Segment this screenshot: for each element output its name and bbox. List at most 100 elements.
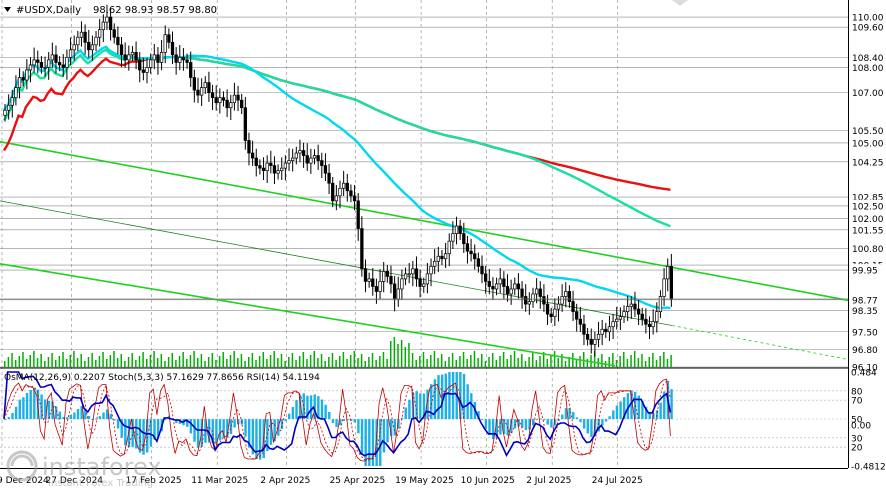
price-tick-label: 102.50 (852, 202, 884, 212)
candle-body (109, 17, 112, 30)
candle-body (4, 110, 7, 115)
candle-body (310, 158, 313, 163)
time-tick-label: 25 Apr 2025 (330, 476, 386, 486)
volume-bar (583, 352, 585, 367)
candle-body (550, 314, 553, 317)
osma-bar (292, 407, 294, 419)
candle-body (612, 322, 615, 327)
volume-bar (62, 352, 64, 367)
candle-body (204, 83, 207, 88)
price-tick-label: 96.80 (852, 346, 878, 356)
price-tick-label: 105.00 (852, 139, 884, 149)
candle-body (630, 304, 633, 307)
candle-body (506, 286, 509, 294)
osma-bar (26, 393, 28, 419)
candle-body (572, 302, 575, 312)
chart-svg[interactable]: 110.00109.60108.40108.00107.00105.50105.… (0, 0, 886, 491)
volume-bar (175, 360, 177, 367)
candle-body (371, 279, 374, 287)
candle-body (84, 32, 87, 42)
candle-body (91, 45, 94, 50)
candle-body (36, 60, 39, 63)
candle-body (586, 334, 589, 339)
volume-bar (33, 351, 35, 367)
candle-body (539, 289, 542, 297)
volume-bar (649, 357, 651, 367)
volume-bar (641, 354, 643, 367)
candle-body (361, 229, 364, 269)
candle-body (135, 52, 138, 60)
candle-body (503, 279, 506, 287)
osma-bar (233, 419, 235, 427)
volume-bar (430, 355, 432, 367)
candle-body (157, 55, 160, 63)
osma-bar (576, 417, 578, 419)
candle-body (226, 100, 229, 108)
osma-bar (241, 419, 243, 424)
time-tick-label: 11 Mar 2025 (191, 476, 248, 486)
osma-bar (405, 407, 407, 419)
volume-bar (525, 361, 527, 367)
osma-bar (288, 414, 290, 419)
volume-bar (630, 355, 632, 367)
volume-bar (110, 355, 112, 367)
osma-bar (110, 414, 112, 419)
osma-bar (328, 412, 330, 419)
volume-bar (561, 354, 563, 367)
volume-bar (248, 357, 250, 367)
volume-bar (507, 359, 509, 367)
volume-bar (576, 360, 578, 367)
volume-bar (616, 360, 618, 367)
osma-bar (386, 419, 388, 442)
candle-body (168, 35, 171, 43)
candle-body (557, 304, 560, 309)
volume-bar (364, 361, 366, 367)
candle-body (95, 37, 98, 45)
volume-bar (445, 361, 447, 367)
volume-bar (317, 358, 319, 367)
candle-body (382, 271, 385, 281)
osma-bar (124, 419, 126, 445)
volume-bar (656, 360, 658, 367)
volume-bar (372, 353, 374, 367)
price-tick-label: 105.50 (852, 127, 884, 137)
candle-body (386, 271, 389, 276)
candle-body (284, 163, 287, 168)
candle-body (426, 274, 429, 284)
volume-bar (452, 353, 454, 367)
osma-bar (488, 419, 490, 435)
candle-body (128, 55, 131, 60)
candle-body (488, 281, 491, 286)
candle-body (295, 153, 298, 158)
volume-bar (168, 357, 170, 367)
osma-bar (48, 401, 50, 419)
volume-bar (459, 356, 461, 367)
watermark-brand: instaforex (42, 453, 162, 481)
volume-bar (663, 352, 665, 367)
candle-body (40, 62, 43, 67)
volume-bar (22, 352, 24, 367)
osma-bar (547, 419, 549, 424)
candle-body (655, 312, 658, 322)
volume-bar (215, 360, 217, 367)
osma-bar (139, 419, 141, 452)
price-tick-label: 109.60 (852, 24, 884, 34)
osma-bar (343, 419, 345, 421)
candle-body (233, 95, 236, 103)
volume-bar (273, 351, 275, 367)
candle-body (364, 269, 367, 282)
volume-bar (496, 360, 498, 367)
volume-bar (426, 359, 428, 367)
volume-bar (226, 359, 228, 367)
volume-bar (190, 355, 192, 367)
osma-bar (383, 419, 385, 452)
osma-bar (656, 410, 658, 419)
candle-body (251, 153, 254, 158)
osma-bar (536, 419, 538, 420)
osma-bar (11, 413, 13, 419)
volume-bar (29, 355, 31, 367)
volume-bar (237, 358, 239, 367)
volume-bar (634, 351, 636, 367)
candle-body (492, 286, 495, 289)
candle-body (237, 95, 240, 100)
